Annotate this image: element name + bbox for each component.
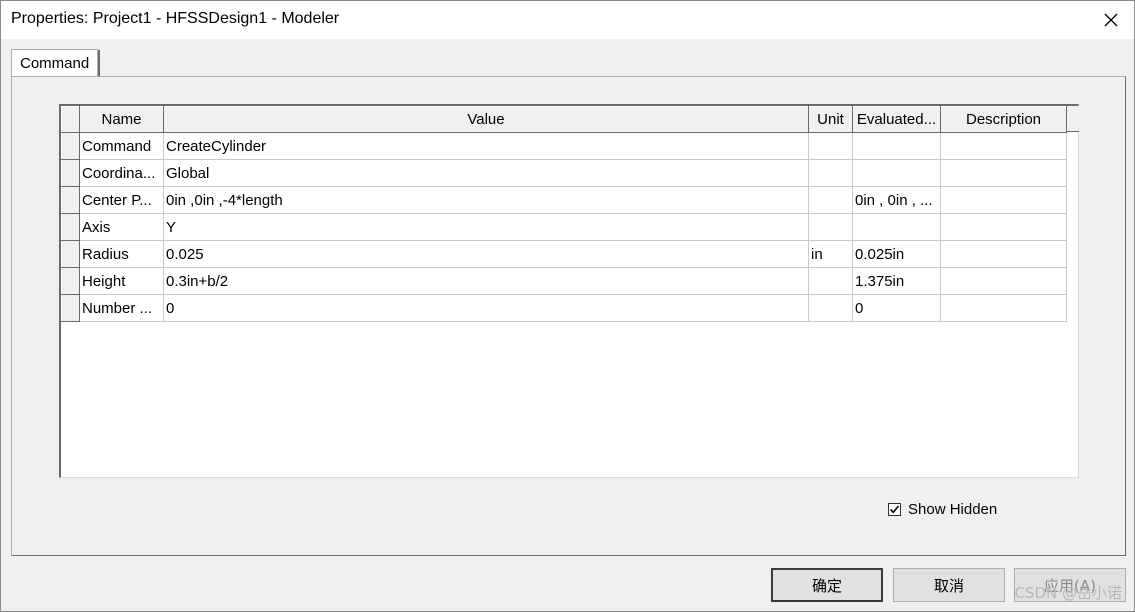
cell-evaluated[interactable]	[852, 132, 941, 160]
show-hidden-toggle[interactable]: Show Hidden	[888, 501, 997, 518]
cell-unit[interactable]	[808, 213, 853, 241]
tab-label: Command	[20, 55, 90, 72]
cell-description[interactable]	[940, 294, 1067, 322]
cell-description[interactable]	[940, 240, 1067, 268]
table-row[interactable]: Axis Y	[61, 213, 1067, 241]
column-header-unit[interactable]: Unit	[808, 106, 853, 133]
tab-command[interactable]: Command	[11, 49, 101, 77]
cell-name[interactable]: Coordina...	[79, 159, 164, 187]
cell-unit[interactable]	[808, 267, 853, 295]
cell-value[interactable]: Y	[163, 213, 809, 241]
cell-evaluated[interactable]: 0.025in	[852, 240, 941, 268]
cell-value[interactable]: 0.025	[163, 240, 809, 268]
cell-description[interactable]	[940, 267, 1067, 295]
window-title: Properties: Project1 - HFSSDesign1 - Mod…	[11, 10, 340, 27]
row-header[interactable]	[61, 267, 80, 295]
close-icon	[1104, 13, 1118, 27]
table-row[interactable]: Coordina... Global	[61, 159, 1067, 187]
cell-evaluated[interactable]	[852, 213, 941, 241]
properties-grid: Name Value Unit Evaluated... Description…	[59, 104, 1079, 478]
row-header[interactable]	[61, 186, 80, 214]
header-spacer	[1066, 106, 1079, 132]
tab-panel: Name Value Unit Evaluated... Description…	[11, 76, 1126, 556]
cell-name[interactable]: Radius	[79, 240, 164, 268]
row-header[interactable]	[61, 213, 80, 241]
corner-header[interactable]	[61, 106, 80, 133]
column-header-name[interactable]: Name	[79, 106, 164, 133]
ok-button[interactable]: 确定	[771, 568, 883, 602]
title-bar: Properties: Project1 - HFSSDesign1 - Mod…	[1, 1, 1134, 39]
cell-name[interactable]: Number ...	[79, 294, 164, 322]
cell-unit[interactable]	[808, 159, 853, 187]
cell-value[interactable]: 0in ,0in ,-4*length	[163, 186, 809, 214]
cell-value[interactable]: 0	[163, 294, 809, 322]
close-button[interactable]	[1088, 1, 1134, 39]
column-header-evaluated[interactable]: Evaluated...	[852, 106, 941, 133]
table-row[interactable]: Command CreateCylinder	[61, 132, 1067, 160]
cell-name[interactable]: Axis	[79, 213, 164, 241]
show-hidden-label: Show Hidden	[908, 501, 998, 518]
cancel-button[interactable]: 取消	[893, 568, 1005, 602]
properties-dialog: Properties: Project1 - HFSSDesign1 - Mod…	[0, 0, 1135, 612]
row-header[interactable]	[61, 159, 80, 187]
header-row: Name Value Unit Evaluated... Description	[61, 106, 1067, 133]
cell-evaluated[interactable]: 0	[852, 294, 941, 322]
cell-name[interactable]: Height	[79, 267, 164, 295]
cell-description[interactable]	[940, 186, 1067, 214]
show-hidden-checkbox[interactable]	[888, 503, 901, 516]
table-row[interactable]: Height 0.3in+b/2 1.375in	[61, 267, 1067, 295]
properties-table: Name Value Unit Evaluated... Description…	[61, 106, 1067, 322]
column-header-value[interactable]: Value	[163, 106, 809, 133]
cell-name[interactable]: Center P...	[79, 186, 164, 214]
cell-value[interactable]: Global	[163, 159, 809, 187]
table-row[interactable]: Center P... 0in ,0in ,-4*length 0in , 0i…	[61, 186, 1067, 214]
watermark: CSDN @岳小诺	[1014, 584, 1122, 602]
cell-description[interactable]	[940, 132, 1067, 160]
row-header[interactable]	[61, 132, 80, 160]
row-header[interactable]	[61, 294, 80, 322]
grid-empty-area	[61, 322, 1078, 477]
table-row[interactable]: Radius 0.025 in 0.025in	[61, 240, 1067, 268]
cell-value[interactable]: 0.3in+b/2	[163, 267, 809, 295]
cell-value[interactable]: CreateCylinder	[163, 132, 809, 160]
cell-unit[interactable]	[808, 186, 853, 214]
row-header[interactable]	[61, 240, 80, 268]
checkmark-icon	[889, 505, 900, 514]
table-row[interactable]: Number ... 0 0	[61, 294, 1067, 322]
cell-evaluated[interactable]	[852, 159, 941, 187]
cell-evaluated[interactable]: 0in , 0in , ...	[852, 186, 941, 214]
cell-description[interactable]	[940, 213, 1067, 241]
cell-evaluated[interactable]: 1.375in	[852, 267, 941, 295]
cell-name[interactable]: Command	[79, 132, 164, 160]
column-header-description[interactable]: Description	[940, 106, 1067, 133]
cell-unit[interactable]	[808, 294, 853, 322]
cell-unit[interactable]	[808, 132, 853, 160]
cell-unit[interactable]: in	[808, 240, 853, 268]
cell-description[interactable]	[940, 159, 1067, 187]
